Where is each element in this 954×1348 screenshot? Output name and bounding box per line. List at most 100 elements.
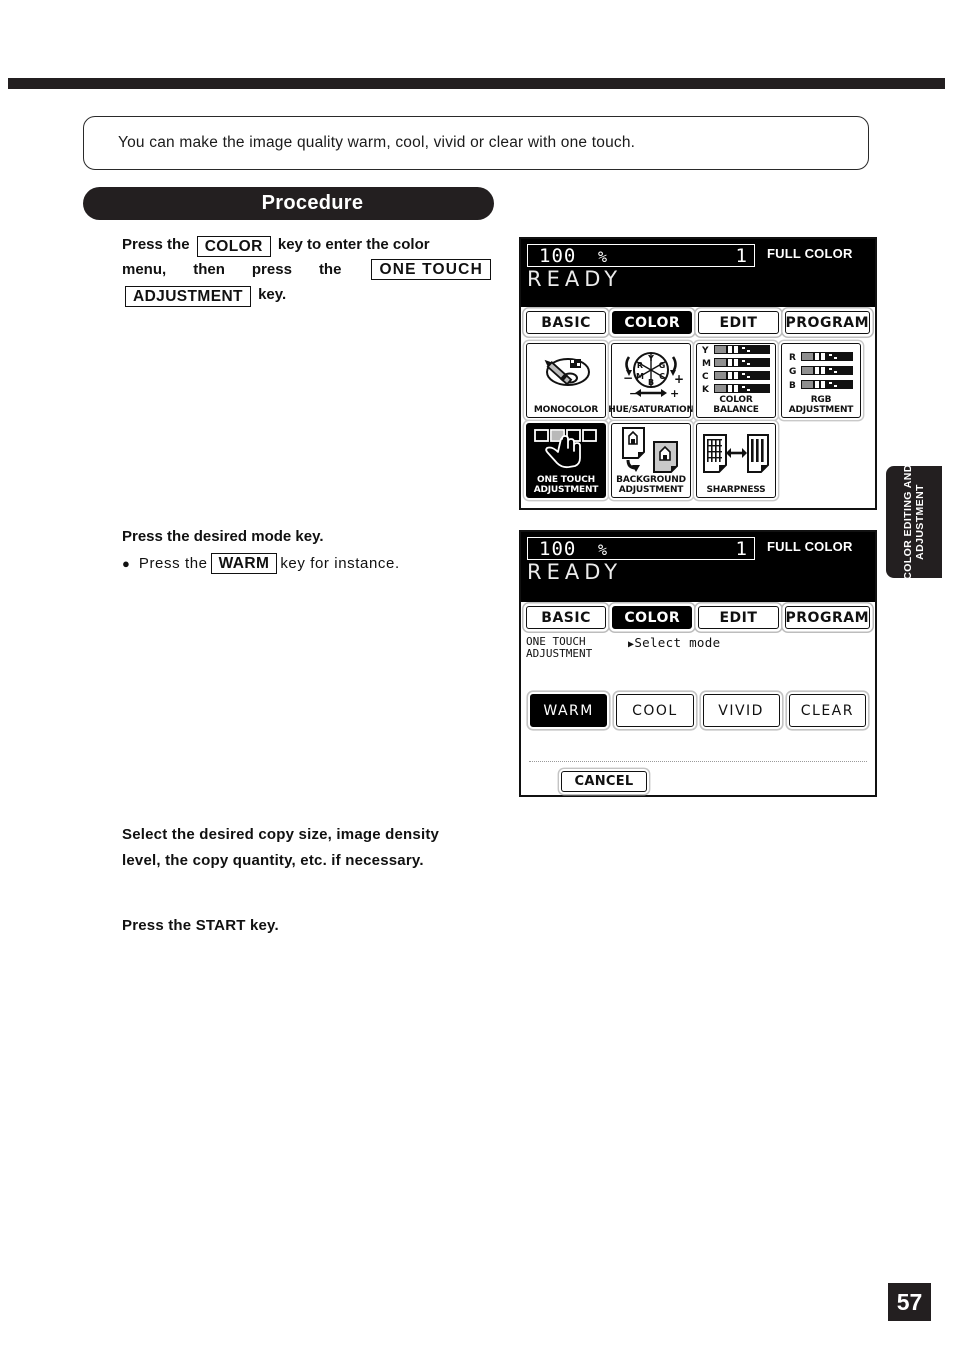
- lcd1-label-background: BACKGROUND ADJUSTMENT: [616, 475, 686, 495]
- lcd2-status-header: 100 % 1 FULL COLOR READY: [521, 532, 875, 602]
- lcd-panel-one-touch-modes[interactable]: 100 % 1 FULL COLOR READY BASIC COLOR EDI…: [519, 530, 877, 797]
- intro-text: You can make the image quality warm, coo…: [118, 134, 636, 151]
- svg-text:K: K: [702, 385, 710, 395]
- lcd2-mode-header: ONE TOUCH ADJUSTMENT ▶Select mode: [526, 636, 870, 660]
- lcd1-cell-color-balance[interactable]: YM CK COLOR BALANCE: [696, 343, 776, 418]
- lcd1-zoom-value: 100: [539, 245, 577, 267]
- svg-text:+: +: [670, 387, 679, 399]
- svg-text:R: R: [789, 353, 796, 363]
- lcd1-zoom-field: 100 % 1: [527, 244, 755, 267]
- lcd2-tab-program[interactable]: PROGRAM: [784, 606, 870, 629]
- lcd2-zoom-value: 100: [539, 538, 577, 560]
- color-key-reference: COLOR: [196, 236, 271, 257]
- svg-text:−: −: [623, 371, 633, 385]
- chapter-tab-text: COLOR EDITING AND ADJUSTMENT: [902, 464, 926, 580]
- lcd1-tab-color[interactable]: COLOR: [612, 311, 693, 334]
- lcd1-tab-bar: BASIC COLOR EDIT PROGRAM: [526, 311, 870, 334]
- step-2-bullet: ● Press the WARM key for instance.: [122, 551, 494, 577]
- step-3-text: Select the desired copy size, image dens…: [122, 822, 494, 874]
- svg-text:C: C: [659, 372, 665, 381]
- rgb-label-line1: RGB: [810, 395, 832, 405]
- step-2-text: Press the desired mode key. ● Press the …: [122, 524, 494, 577]
- header-rule: [8, 78, 945, 89]
- step1-line1-b: key to enter the color: [277, 236, 430, 253]
- lcd1-label-monocolor: MONOCOLOR: [533, 405, 599, 415]
- lcd1-tab-basic[interactable]: BASIC: [526, 311, 607, 334]
- step1-line2-d: the: [318, 261, 342, 278]
- lcd2-percent-symbol: %: [598, 541, 608, 559]
- lcd2-button-clear[interactable]: CLEAR: [788, 694, 866, 727]
- lcd1-label-sharpness: SHARPNESS: [706, 485, 766, 495]
- step2-bullet-b: key for instance.: [280, 555, 400, 572]
- lcd1-cell-monocolor[interactable]: MONOCOLOR: [526, 343, 606, 418]
- lcd1-cell-empty: [781, 423, 861, 498]
- step-2-heading: Press the desired mode key.: [122, 528, 324, 545]
- palette-brush-icon: [527, 344, 605, 405]
- background-label-line2: ADJUSTMENT: [618, 485, 684, 495]
- lcd2-cancel-button[interactable]: CANCEL: [561, 771, 647, 792]
- step1-line2-c: press: [251, 261, 292, 278]
- lcd1-function-grid: MONOCOLOR Y G C B M R − + − + HUE/SATURA…: [526, 343, 870, 498]
- lcd1-status-text: READY: [527, 267, 623, 291]
- lcd2-body: BASIC COLOR EDIT PROGRAM ONE TOUCH ADJUS…: [521, 602, 875, 795]
- step1-line1-a: Press the: [122, 236, 190, 253]
- lcd1-copy-quantity: 1: [735, 245, 747, 267]
- prompt-text: Select mode: [634, 635, 721, 650]
- sharpness-pages-icon: [697, 424, 775, 485]
- lcd2-button-cool[interactable]: COOL: [616, 694, 694, 727]
- lcd1-cell-one-touch-adjustment[interactable]: ONE TOUCH ADJUSTMENT: [526, 423, 606, 498]
- lcd1-cell-hue-saturation[interactable]: Y G C B M R − + − + HUE/SATURATION: [608, 343, 694, 418]
- rgb-label-line2: ADJUSTMENT: [788, 405, 854, 415]
- bullet-icon: ●: [122, 556, 130, 571]
- svg-text:M: M: [636, 372, 644, 381]
- one-touch-key-reference: ONE TOUCH: [371, 259, 491, 280]
- lcd1-tab-edit[interactable]: EDIT: [698, 311, 779, 334]
- lcd1-tab-program[interactable]: PROGRAM: [784, 311, 870, 334]
- lcd1-cell-sharpness[interactable]: SHARPNESS: [696, 423, 776, 498]
- chapter-tab-line1: COLOR EDITING AND: [902, 464, 914, 580]
- svg-text:G: G: [789, 367, 796, 377]
- lcd2-status-text: READY: [527, 560, 623, 584]
- lcd2-tab-edit[interactable]: EDIT: [698, 606, 779, 629]
- svg-text:M: M: [702, 359, 711, 369]
- lcd1-cell-background-adjustment[interactable]: BACKGROUND ADJUSTMENT: [611, 423, 691, 498]
- step-4-line-1: Press the START key.: [122, 917, 279, 934]
- lcd1-body: BASIC COLOR EDIT PROGRAM MONOCOLOR Y G C…: [521, 307, 875, 508]
- svg-text:C: C: [702, 372, 709, 382]
- lcd1-color-mode: FULL COLOR: [767, 246, 853, 261]
- step2-bullet-a: Press the: [138, 555, 208, 572]
- lcd2-tab-basic[interactable]: BASIC: [526, 606, 607, 629]
- step-1-line-3: ADJUSTMENT key.: [122, 282, 494, 307]
- lcd1-percent-symbol: %: [598, 248, 608, 266]
- two-pages-icon: [612, 424, 690, 475]
- page-number: 57: [896, 1288, 923, 1315]
- lcd-panel-color-menu[interactable]: 100 % 1 FULL COLOR READY BASIC COLOR EDI…: [519, 237, 877, 510]
- step-3-line-1: Select the desired copy size, image dens…: [122, 826, 440, 843]
- lcd1-cell-rgb-adjustment[interactable]: RGB RGB ADJUSTMENT: [781, 343, 861, 418]
- lcd2-copy-quantity: 1: [735, 538, 747, 560]
- svg-text:+: +: [674, 372, 684, 386]
- feature-title-line2: ADJUSTMENT: [526, 647, 593, 660]
- one-touch-label-line1: ONE TOUCH: [537, 475, 595, 485]
- intro-callout: You can make the image quality warm, coo…: [83, 116, 869, 170]
- svg-text:G: G: [659, 361, 666, 370]
- svg-text:Y: Y: [647, 354, 654, 363]
- lcd2-tab-bar: BASIC COLOR EDIT PROGRAM: [526, 606, 870, 629]
- lcd1-label-rgb-adjustment: RGB ADJUSTMENT: [789, 395, 854, 415]
- hue-wheel-icon: Y G C B M R − + − +: [612, 344, 690, 405]
- adjustment-key-reference: ADJUSTMENT: [125, 286, 251, 307]
- step-1-text: Press the COLOR key to enter the color m…: [122, 232, 494, 307]
- step-1-line-1: Press the COLOR key to enter the color: [122, 232, 494, 257]
- lcd2-tab-color[interactable]: COLOR: [612, 606, 693, 629]
- lcd2-button-warm[interactable]: WARM: [530, 694, 608, 727]
- step1-line2-a: menu,: [122, 261, 167, 278]
- lcd2-prompt: ▶Select mode: [628, 636, 720, 660]
- finger-press-icon: [527, 424, 605, 475]
- svg-text:Y: Y: [701, 346, 709, 356]
- lcd2-cancel-row: CANCEL: [526, 770, 870, 792]
- lcd1-label-hue-saturation: HUE/SATURATION: [608, 405, 694, 415]
- step1-line2-b: then: [193, 261, 225, 278]
- lcd1-label-one-touch: ONE TOUCH ADJUSTMENT: [534, 475, 599, 495]
- lcd2-button-vivid[interactable]: VIVID: [702, 694, 780, 727]
- svg-text:B: B: [648, 378, 654, 387]
